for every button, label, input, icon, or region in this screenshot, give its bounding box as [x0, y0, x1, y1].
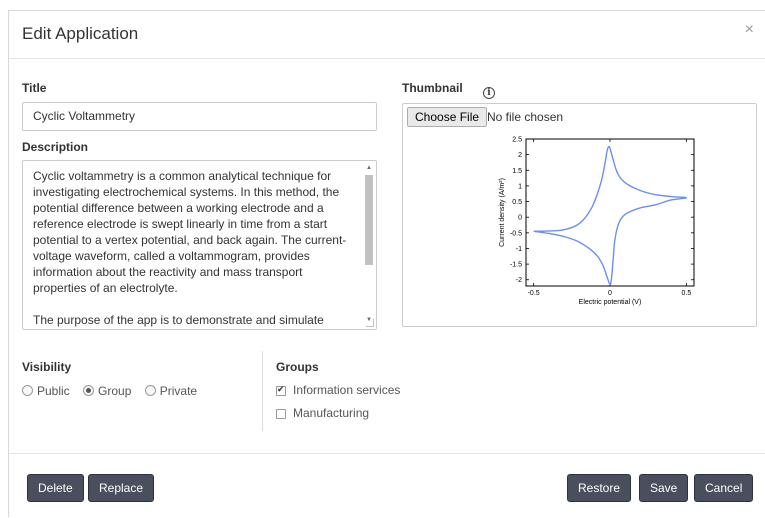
checkbox-label: Information services — [293, 383, 401, 397]
dialog-title: Edit Application — [22, 24, 139, 43]
y-tick-label: 0.5 — [512, 199, 522, 206]
scroll-thumb[interactable] — [365, 175, 373, 265]
section-divider — [262, 351, 263, 431]
description-text: Cyclic voltammetry is a common analytica… — [33, 169, 347, 327]
replace-button[interactable]: Replace — [88, 474, 155, 502]
y-tick-label: -2 — [516, 277, 522, 284]
y-tick-label: 2 — [518, 152, 522, 159]
group-item[interactable]: Manufacturing — [276, 406, 369, 420]
visibility-private-option[interactable]: Private — [144, 383, 198, 398]
series-line — [533, 145, 688, 286]
thumbnail-panel: Choose File No file chosen -2 -1.5 -1 -0.5 0… — [402, 103, 757, 327]
choose-file-button[interactable]: Choose File — [407, 107, 488, 127]
checkbox-label: Manufacturing — [293, 406, 370, 420]
visibility-label: Visibility — [22, 360, 72, 374]
y-tick-label: 0 — [518, 215, 522, 222]
voltammogram-chart: -2 -1.5 -1 -0.5 0 0.5 1 1.5 2 2.5 -0.5 0 0.5 Electr… — [499, 137, 695, 306]
y-tick-label: -1 — [516, 246, 522, 253]
visibility-options: Public Group Private — [22, 383, 207, 398]
y-tick-label: 1.5 — [512, 168, 522, 175]
y-tick-label: 1 — [518, 183, 522, 190]
group-item[interactable]: Information services — [276, 383, 400, 397]
resize-grip-icon[interactable] — [366, 319, 374, 327]
y-tick-label: -1.5 — [510, 262, 522, 269]
x-tick-label: 0.5 — [681, 290, 691, 297]
groups-label: Groups — [276, 360, 319, 374]
title-label: Title — [22, 81, 47, 95]
radio-label: Public — [37, 383, 70, 398]
dialog-footer: Delete Replace Restore Save Cancel — [9, 453, 765, 518]
visibility-public-option[interactable]: Public — [22, 383, 70, 398]
x-axis-label: Electric potential (V) — [579, 299, 642, 306]
info-icon[interactable]: i — [483, 87, 495, 99]
thumbnail-label: Thumbnail — [402, 81, 463, 95]
title-input[interactable]: Cyclic Voltammetry — [22, 102, 377, 131]
file-status-text: No file chosen — [487, 110, 564, 124]
checkbox-manufacturing[interactable] — [276, 408, 286, 419]
description-scrollbar[interactable]: ▲ ▼ — [364, 163, 374, 325]
close-icon[interactable]: × — [745, 21, 754, 39]
radio-label: Group — [98, 383, 132, 398]
scroll-up-icon[interactable]: ▲ — [364, 163, 374, 173]
description-textarea[interactable]: Cyclic voltammetry is a common analytica… — [22, 160, 377, 330]
edit-application-dialog: Edit Application × Title Cyclic Voltamme… — [8, 10, 765, 517]
chart-frame — [525, 138, 695, 287]
cancel-button[interactable]: Cancel — [694, 474, 754, 502]
y-tick-label: 2.5 — [512, 137, 522, 144]
save-button[interactable]: Save — [639, 474, 689, 502]
visibility-group-option[interactable]: Group — [83, 383, 131, 398]
y-axis-label: Current density (A/m²) — [499, 178, 506, 247]
thumbnail-chart: -2 -1.5 -1 -0.5 0 0.5 1 1.5 2 2.5 -0.5 0 0.5 Electr… — [458, 134, 708, 329]
description-label: Description — [22, 140, 89, 154]
radio-private[interactable] — [144, 385, 156, 397]
dialog-header: Edit Application × — [9, 11, 765, 59]
y-tick-label: -0.5 — [510, 230, 522, 237]
radio-label: Private — [159, 383, 198, 398]
checkbox-information-services[interactable] — [276, 384, 286, 396]
radio-public[interactable] — [22, 385, 33, 397]
x-tick-label: -0.5 — [528, 290, 540, 297]
restore-button[interactable]: Restore — [567, 474, 632, 502]
delete-button[interactable]: Delete — [27, 474, 84, 502]
radio-group[interactable] — [83, 385, 95, 397]
x-tick-label: 0 — [608, 290, 612, 297]
